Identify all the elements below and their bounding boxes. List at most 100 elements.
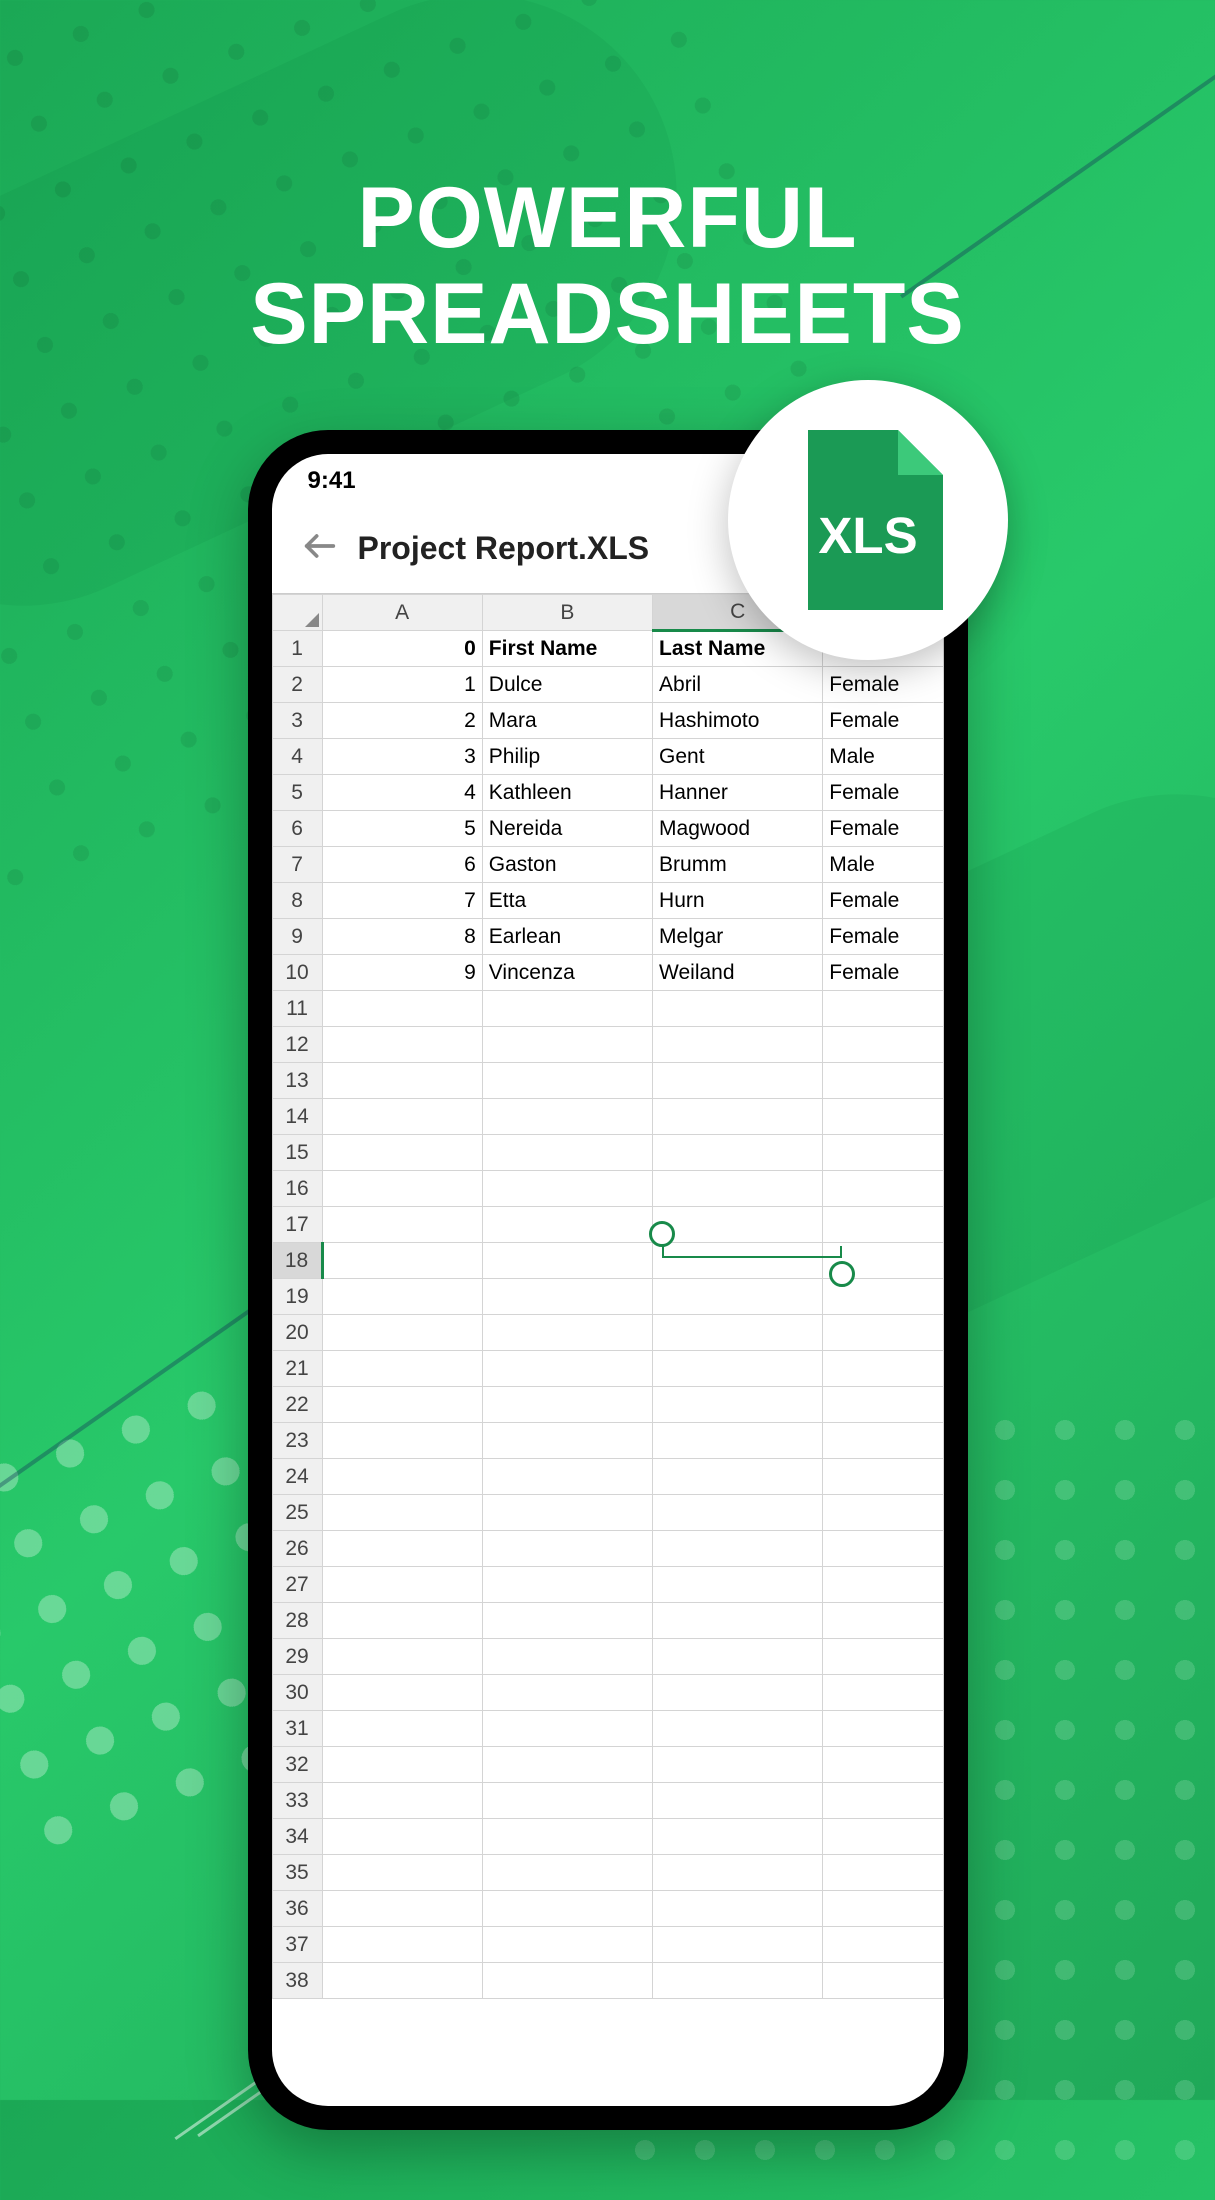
- row-header[interactable]: 9: [272, 919, 322, 955]
- cell[interactable]: Weiland: [653, 955, 823, 991]
- cell[interactable]: [823, 1927, 943, 1963]
- cell[interactable]: [823, 1567, 943, 1603]
- col-header-A[interactable]: A: [322, 595, 482, 631]
- cell[interactable]: [482, 1315, 652, 1351]
- row-header[interactable]: 24: [272, 1459, 322, 1495]
- table-row[interactable]: 15: [272, 1135, 943, 1171]
- cell[interactable]: [482, 1819, 652, 1855]
- cell[interactable]: [823, 1459, 943, 1495]
- cell[interactable]: [482, 1747, 652, 1783]
- spreadsheet[interactable]: A B C D 10First NameLast NameGender21Dul…: [272, 593, 944, 1999]
- cell[interactable]: [322, 1279, 482, 1315]
- cell[interactable]: [653, 1315, 823, 1351]
- cell[interactable]: [653, 1927, 823, 1963]
- cell[interactable]: [322, 1891, 482, 1927]
- cell[interactable]: [653, 1603, 823, 1639]
- cell[interactable]: [482, 1927, 652, 1963]
- cell[interactable]: [823, 1171, 943, 1207]
- cell[interactable]: [823, 1027, 943, 1063]
- cell[interactable]: [653, 1351, 823, 1387]
- cell[interactable]: [653, 1675, 823, 1711]
- cell[interactable]: Female: [823, 775, 943, 811]
- cell[interactable]: [322, 1819, 482, 1855]
- cell[interactable]: [322, 1243, 482, 1279]
- cell[interactable]: [823, 1783, 943, 1819]
- cell[interactable]: 4: [322, 775, 482, 811]
- cell[interactable]: Female: [823, 667, 943, 703]
- cell[interactable]: Female: [823, 955, 943, 991]
- cell[interactable]: Female: [823, 811, 943, 847]
- cell[interactable]: [322, 1063, 482, 1099]
- row-header[interactable]: 30: [272, 1675, 322, 1711]
- row-header[interactable]: 20: [272, 1315, 322, 1351]
- cell[interactable]: [482, 1423, 652, 1459]
- cell[interactable]: [823, 1855, 943, 1891]
- cell[interactable]: [823, 1351, 943, 1387]
- cell[interactable]: [482, 1387, 652, 1423]
- back-arrow-icon[interactable]: [300, 526, 340, 571]
- cell[interactable]: [823, 1819, 943, 1855]
- cell[interactable]: [482, 1891, 652, 1927]
- cell[interactable]: [482, 1783, 652, 1819]
- table-row[interactable]: 24: [272, 1459, 943, 1495]
- cell[interactable]: [653, 1783, 823, 1819]
- row-header[interactable]: 16: [272, 1171, 322, 1207]
- row-header[interactable]: 4: [272, 739, 322, 775]
- cell[interactable]: [653, 1639, 823, 1675]
- table-row[interactable]: 34: [272, 1819, 943, 1855]
- cell[interactable]: [823, 1891, 943, 1927]
- row-header[interactable]: 19: [272, 1279, 322, 1315]
- cell[interactable]: [653, 1027, 823, 1063]
- table-row[interactable]: 98EarleanMelgarFemale: [272, 919, 943, 955]
- cell[interactable]: 0: [322, 631, 482, 667]
- cell[interactable]: Magwood: [653, 811, 823, 847]
- row-header[interactable]: 27: [272, 1567, 322, 1603]
- cell[interactable]: [653, 1063, 823, 1099]
- cell[interactable]: [482, 1063, 652, 1099]
- row-header[interactable]: 10: [272, 955, 322, 991]
- cell[interactable]: Male: [823, 847, 943, 883]
- cell[interactable]: 5: [322, 811, 482, 847]
- cell[interactable]: [653, 1711, 823, 1747]
- cell[interactable]: [653, 1207, 823, 1243]
- cell[interactable]: 6: [322, 847, 482, 883]
- cell[interactable]: [823, 1747, 943, 1783]
- cell[interactable]: Female: [823, 883, 943, 919]
- cell[interactable]: [653, 1243, 823, 1279]
- table-row[interactable]: 26: [272, 1531, 943, 1567]
- cell[interactable]: [322, 1207, 482, 1243]
- row-header[interactable]: 22: [272, 1387, 322, 1423]
- cell[interactable]: [823, 1639, 943, 1675]
- cell[interactable]: [653, 1135, 823, 1171]
- cell[interactable]: Female: [823, 919, 943, 955]
- cell[interactable]: [653, 1099, 823, 1135]
- cell[interactable]: 3: [322, 739, 482, 775]
- cell[interactable]: First Name: [482, 631, 652, 667]
- row-header[interactable]: 28: [272, 1603, 322, 1639]
- row-header[interactable]: 36: [272, 1891, 322, 1927]
- cell[interactable]: Melgar: [653, 919, 823, 955]
- cell[interactable]: [653, 1567, 823, 1603]
- cell[interactable]: 9: [322, 955, 482, 991]
- cell[interactable]: Mara: [482, 703, 652, 739]
- cell[interactable]: [482, 1351, 652, 1387]
- cell[interactable]: 8: [322, 919, 482, 955]
- row-header[interactable]: 17: [272, 1207, 322, 1243]
- table-row[interactable]: 18: [272, 1243, 943, 1279]
- row-header[interactable]: 6: [272, 811, 322, 847]
- cell[interactable]: [482, 1207, 652, 1243]
- row-header[interactable]: 23: [272, 1423, 322, 1459]
- cell[interactable]: Vincenza: [482, 955, 652, 991]
- table-row[interactable]: 28: [272, 1603, 943, 1639]
- cell[interactable]: Hurn: [653, 883, 823, 919]
- cell[interactable]: [823, 991, 943, 1027]
- table-row[interactable]: 17: [272, 1207, 943, 1243]
- cell[interactable]: [482, 1495, 652, 1531]
- table-row[interactable]: 33: [272, 1783, 943, 1819]
- cell[interactable]: [653, 1891, 823, 1927]
- row-header[interactable]: 3: [272, 703, 322, 739]
- cell[interactable]: [653, 1423, 823, 1459]
- cell[interactable]: [482, 1243, 652, 1279]
- table-row[interactable]: 21DulceAbrilFemale: [272, 667, 943, 703]
- row-header[interactable]: 2: [272, 667, 322, 703]
